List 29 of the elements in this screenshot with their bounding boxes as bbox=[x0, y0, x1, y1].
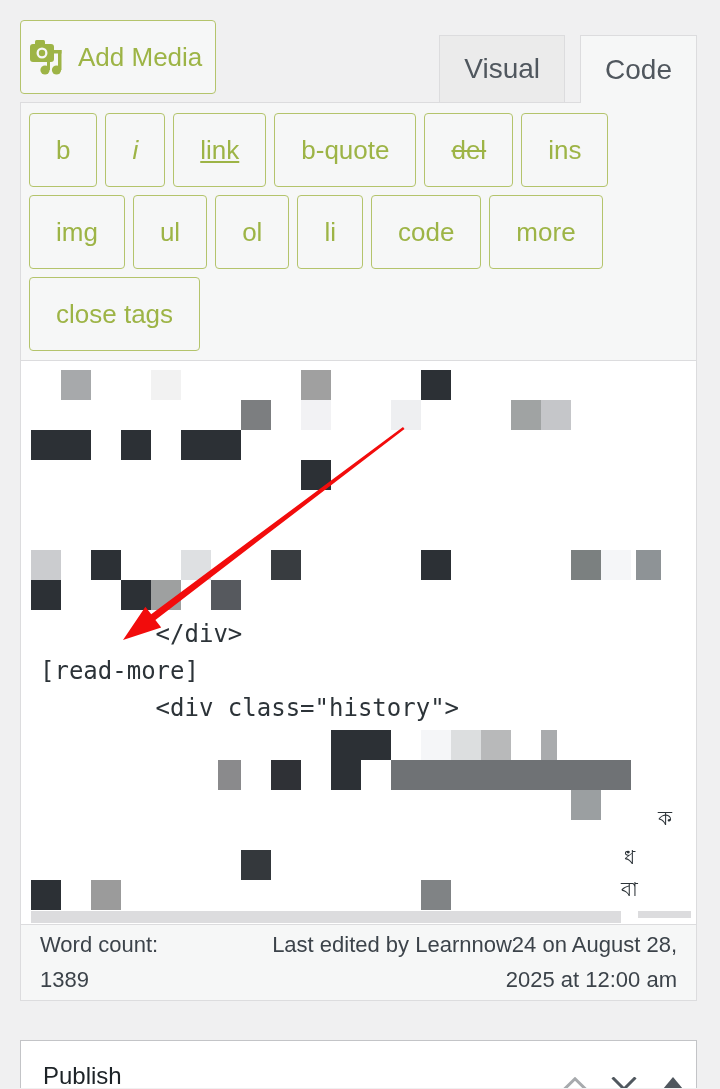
format-button[interactable]: ul bbox=[132, 195, 208, 269]
text-fragment: ক bbox=[658, 806, 672, 830]
text-fragment: ধ bbox=[624, 845, 635, 869]
last-edited-text: Last edited by Learnnow24 on August 28, 2025 at 12:00 am bbox=[271, 931, 677, 994]
format-button[interactable]: more bbox=[489, 195, 603, 269]
format-button[interactable]: b bbox=[29, 113, 98, 187]
word-count-label: Word count: bbox=[40, 931, 159, 959]
code-editor[interactable]: </div> [read-more] <div class="history"> ক ধ বা bbox=[20, 361, 697, 924]
format-button[interactable]: code bbox=[370, 195, 482, 269]
editor-tab[interactable]: Code bbox=[580, 35, 697, 103]
format-button[interactable]: b-quote bbox=[274, 113, 417, 187]
word-count-value: 1389 bbox=[40, 966, 89, 994]
code-line: <div class="history"> bbox=[154, 693, 460, 724]
format-button[interactable]: li bbox=[297, 195, 363, 269]
format-button[interactable]: link bbox=[173, 113, 267, 187]
text-fragment: বা bbox=[621, 877, 638, 901]
format-button[interactable]: ol bbox=[215, 195, 290, 269]
format-button[interactable]: close tags bbox=[29, 277, 201, 351]
panel-title: Publish bbox=[43, 1064, 122, 1088]
caret-up-icon[interactable] bbox=[663, 1077, 683, 1088]
code-line: [read-more] bbox=[40, 656, 199, 687]
chevron-down-icon[interactable] bbox=[611, 1077, 637, 1088]
add-media-button[interactable]: Add Media bbox=[20, 20, 217, 94]
format-button[interactable]: i bbox=[105, 113, 166, 187]
editor-tab[interactable]: Visual bbox=[439, 35, 566, 102]
format-button[interactable]: ins bbox=[521, 113, 609, 187]
format-button[interactable]: img bbox=[29, 195, 125, 269]
code-line: </div> bbox=[154, 619, 243, 650]
format-button[interactable]: del bbox=[424, 113, 514, 187]
